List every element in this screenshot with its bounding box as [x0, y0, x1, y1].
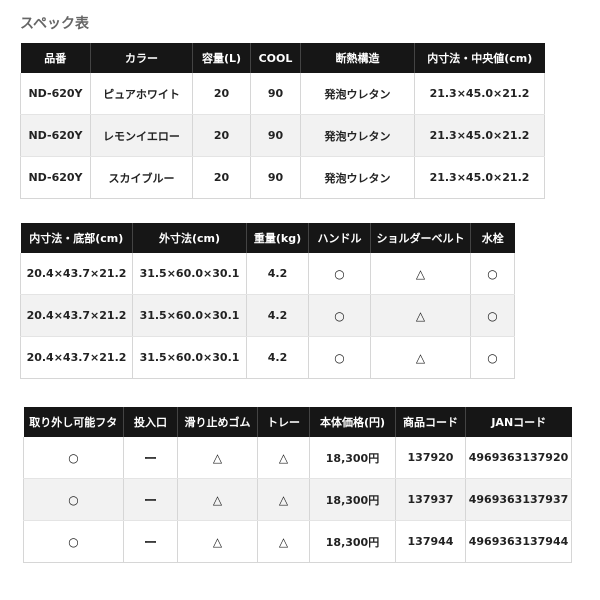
inlet-cell: ー — [123, 437, 178, 479]
header-cell: 水栓 — [470, 223, 515, 253]
product-number-cell: ND-620Y — [20, 156, 91, 199]
table-row: ND-620Y スカイブルー 20 90 発泡ウレタン 21.3×45.0×21… — [20, 156, 545, 199]
table-header-row: 品番 カラー 容量(L) COOL 断熱構造 内寸法・中央値(cm) — [20, 43, 545, 73]
price-cell: 18,300円 — [309, 520, 396, 563]
capacity-cell: 20 — [192, 114, 251, 157]
inner-size-bottom-cell: 20.4×43.7×21.2 — [20, 253, 133, 295]
inner-size-center-cell: 21.3×45.0×21.2 — [414, 114, 545, 157]
shoulder-belt-cell: △ — [370, 336, 471, 379]
inlet-cell: ー — [123, 478, 178, 521]
inner-size-bottom-cell: 20.4×43.7×21.2 — [20, 294, 133, 337]
table-row: 20.4×43.7×21.2 31.5×60.0×30.1 4.2 ○ △ ○ — [20, 336, 515, 379]
jan-code-cell: 4969363137937 — [465, 478, 572, 521]
table-header-row: 内寸法・底部(cm) 外寸法(cm) 重量(kg) ハンドル ショルダーベルト … — [20, 223, 515, 253]
cool-cell: 90 — [250, 114, 301, 157]
insulation-cell: 発泡ウレタン — [300, 73, 415, 115]
table-row: 20.4×43.7×21.2 31.5×60.0×30.1 4.2 ○ △ ○ — [20, 294, 515, 337]
spec-table-2: 内寸法・底部(cm) 外寸法(cm) 重量(kg) ハンドル ショルダーベルト … — [20, 223, 515, 379]
header-cell: 品番 — [20, 43, 91, 73]
header-cell: ハンドル — [308, 223, 371, 253]
product-code-cell: 137937 — [395, 478, 466, 521]
header-cell: 内寸法・中央値(cm) — [414, 43, 545, 73]
outer-size-cell: 31.5×60.0×30.1 — [132, 336, 247, 379]
product-code-cell: 137920 — [395, 437, 466, 479]
nonslip-rubber-cell: △ — [177, 437, 258, 479]
table-row: ND-620Y ピュアホワイト 20 90 発泡ウレタン 21.3×45.0×2… — [20, 73, 545, 115]
color-cell: レモンイエロー — [90, 114, 193, 157]
drain-plug-cell: ○ — [470, 294, 515, 337]
nonslip-rubber-cell: △ — [177, 478, 258, 521]
cool-cell: 90 — [250, 73, 301, 115]
capacity-cell: 20 — [192, 73, 251, 115]
jan-code-cell: 4969363137920 — [465, 437, 572, 479]
header-cell: 本体価格(円) — [309, 407, 396, 437]
header-cell: 滑り止めゴム — [177, 407, 258, 437]
table-row: ○ ー △ △ 18,300円 137937 4969363137937 — [23, 478, 572, 521]
color-cell: スカイブルー — [90, 156, 193, 199]
inner-size-center-cell: 21.3×45.0×21.2 — [414, 73, 545, 115]
tray-cell: △ — [257, 437, 310, 479]
removable-lid-cell: ○ — [23, 437, 124, 479]
tray-cell: △ — [257, 478, 310, 521]
shoulder-belt-cell: △ — [370, 294, 471, 337]
handle-cell: ○ — [308, 253, 371, 295]
header-cell: 内寸法・底部(cm) — [20, 223, 133, 253]
header-cell: JANコード — [465, 407, 572, 437]
removable-lid-cell: ○ — [23, 520, 124, 563]
color-cell: ピュアホワイト — [90, 73, 193, 115]
header-cell: 投入口 — [123, 407, 178, 437]
capacity-cell: 20 — [192, 156, 251, 199]
table-header-row: 取り外し可能フタ 投入口 滑り止めゴム トレー 本体価格(円) 商品コード JA… — [23, 407, 572, 437]
page-title: スペック表 — [20, 16, 90, 32]
weight-cell: 4.2 — [246, 294, 309, 337]
header-cell: 商品コード — [395, 407, 466, 437]
price-cell: 18,300円 — [309, 437, 396, 479]
nonslip-rubber-cell: △ — [177, 520, 258, 563]
weight-cell: 4.2 — [246, 336, 309, 379]
inlet-cell: ー — [123, 520, 178, 563]
product-number-cell: ND-620Y — [20, 73, 91, 115]
removable-lid-cell: ○ — [23, 478, 124, 521]
product-number-cell: ND-620Y — [20, 114, 91, 157]
header-cell: 容量(L) — [192, 43, 251, 73]
table-row: 20.4×43.7×21.2 31.5×60.0×30.1 4.2 ○ △ ○ — [20, 253, 515, 295]
header-cell: 断熱構造 — [300, 43, 415, 73]
drain-plug-cell: ○ — [470, 253, 515, 295]
handle-cell: ○ — [308, 336, 371, 379]
header-cell: トレー — [257, 407, 310, 437]
inner-size-bottom-cell: 20.4×43.7×21.2 — [20, 336, 133, 379]
table-row: ND-620Y レモンイエロー 20 90 発泡ウレタン 21.3×45.0×2… — [20, 114, 545, 157]
table-row: ○ ー △ △ 18,300円 137944 4969363137944 — [23, 520, 572, 563]
outer-size-cell: 31.5×60.0×30.1 — [132, 294, 247, 337]
header-cell: 重量(kg) — [246, 223, 309, 253]
shoulder-belt-cell: △ — [370, 253, 471, 295]
header-cell: ショルダーベルト — [370, 223, 471, 253]
header-cell: 外寸法(cm) — [132, 223, 247, 253]
inner-size-center-cell: 21.3×45.0×21.2 — [414, 156, 545, 199]
insulation-cell: 発泡ウレタン — [300, 114, 415, 157]
header-cell: 取り外し可能フタ — [23, 407, 124, 437]
insulation-cell: 発泡ウレタン — [300, 156, 415, 199]
jan-code-cell: 4969363137944 — [465, 520, 572, 563]
drain-plug-cell: ○ — [470, 336, 515, 379]
product-code-cell: 137944 — [395, 520, 466, 563]
table-row: ○ ー △ △ 18,300円 137920 4969363137920 — [23, 437, 572, 479]
spec-table-1: 品番 カラー 容量(L) COOL 断熱構造 内寸法・中央値(cm) ND-62… — [20, 43, 545, 199]
header-cell: COOL — [250, 43, 301, 73]
tray-cell: △ — [257, 520, 310, 563]
outer-size-cell: 31.5×60.0×30.1 — [132, 253, 247, 295]
handle-cell: ○ — [308, 294, 371, 337]
header-cell: カラー — [90, 43, 193, 73]
price-cell: 18,300円 — [309, 478, 396, 521]
spec-table-3: 取り外し可能フタ 投入口 滑り止めゴム トレー 本体価格(円) 商品コード JA… — [23, 407, 572, 563]
weight-cell: 4.2 — [246, 253, 309, 295]
cool-cell: 90 — [250, 156, 301, 199]
